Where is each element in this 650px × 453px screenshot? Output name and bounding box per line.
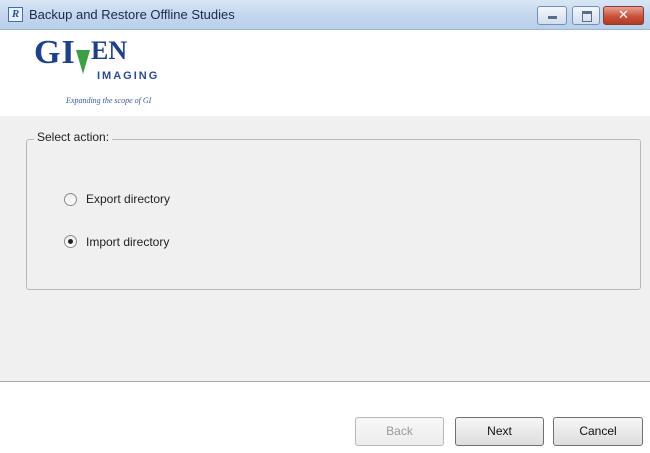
header-banner: GI EN IMAGING Expanding the scope of GI — [0, 30, 650, 116]
minimize-icon — [548, 16, 557, 19]
import-directory-radio[interactable] — [64, 235, 77, 248]
select-action-label: Select action: — [34, 130, 113, 144]
close-button[interactable]: ✕ — [603, 6, 644, 25]
export-directory-radio[interactable] — [64, 193, 77, 206]
title-bar[interactable]: R Backup and Restore Offline Studies ✕ — [0, 0, 650, 30]
maximize-icon — [582, 11, 592, 22]
import-directory-label[interactable]: Import directory — [86, 235, 169, 249]
maximize-button[interactable] — [572, 6, 600, 25]
next-button[interactable]: Next — [455, 417, 544, 446]
select-action-group — [26, 139, 641, 290]
logo-brand-left: GI — [34, 34, 76, 71]
close-icon: ✕ — [618, 8, 629, 23]
logo-brand-right: EN — [91, 36, 128, 65]
backup-restore-window: R Backup and Restore Offline Studies ✕ G… — [0, 0, 650, 453]
app-icon: R — [8, 7, 23, 22]
logo-mark-icon — [76, 50, 90, 74]
export-directory-label[interactable]: Export directory — [86, 192, 170, 206]
back-button[interactable]: Back — [355, 417, 444, 446]
logo-tagline: Expanding the scope of GI — [66, 96, 152, 105]
minimize-button[interactable] — [537, 6, 567, 25]
window-title: Backup and Restore Offline Studies — [29, 7, 235, 22]
cancel-button[interactable]: Cancel — [553, 417, 643, 446]
logo-subtitle: IMAGING — [97, 70, 160, 82]
radio-selected-dot — [68, 239, 73, 244]
